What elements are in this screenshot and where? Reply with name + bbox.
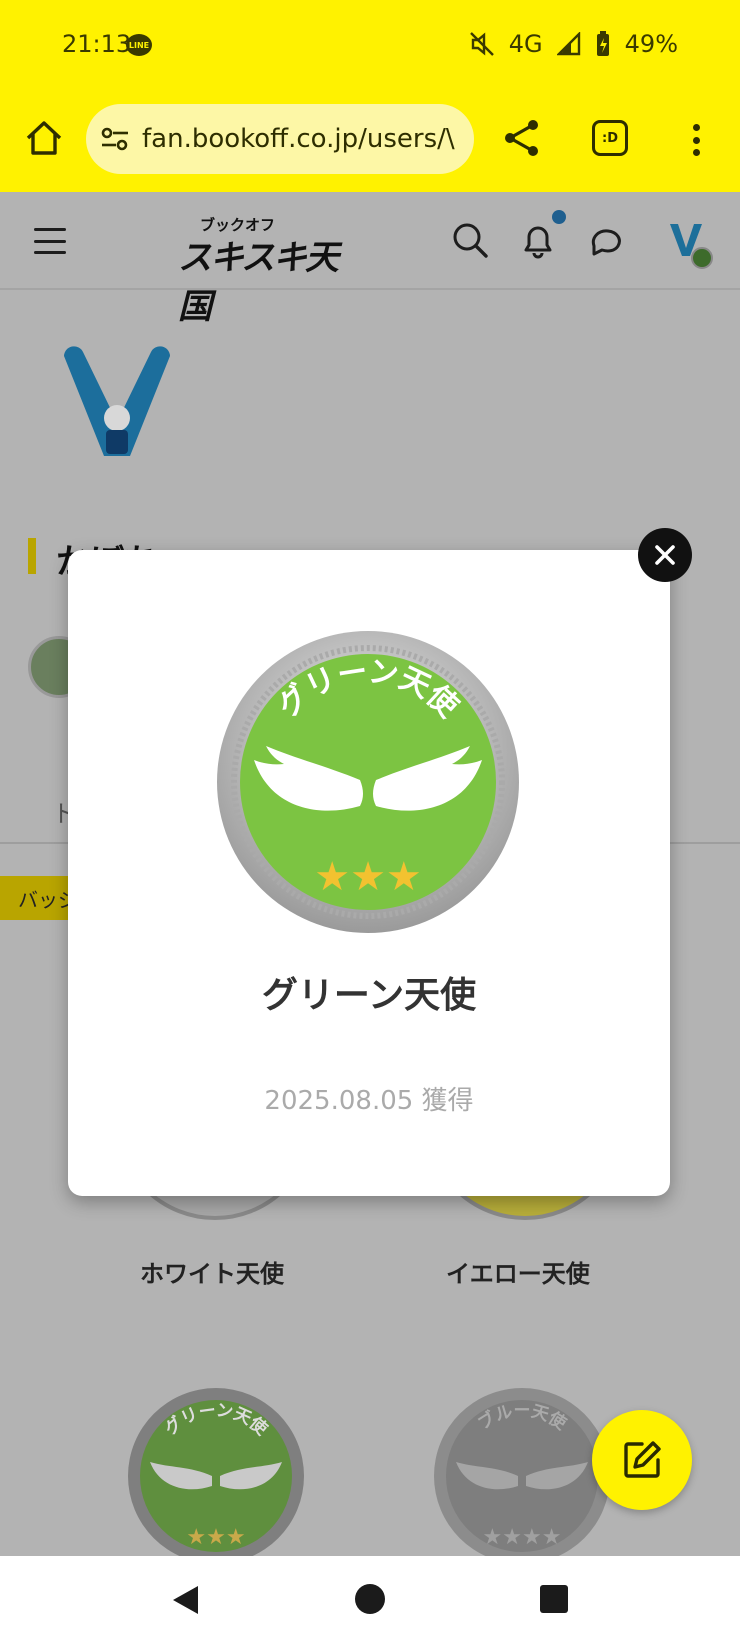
network-type: 4G <box>508 30 543 58</box>
user-avatar-icon[interactable] <box>666 220 714 270</box>
badge-label-yellow: イエロー天使 <box>446 1260 590 1288</box>
home-nav-icon[interactable] <box>355 1584 385 1614</box>
status-indicators: 4G 49% <box>469 30 678 58</box>
status-time: 21:13 <box>62 30 132 58</box>
svg-text:★★★: ★★★ <box>314 854 422 900</box>
site-settings-icon[interactable] <box>100 126 130 152</box>
browser-toolbar: fan.bookoff.co.jp/users/\ :D <box>0 92 740 192</box>
browser-menu-icon[interactable] <box>686 118 706 162</box>
signal-icon <box>556 32 580 56</box>
hamburger-menu-icon[interactable] <box>34 228 66 254</box>
recents-icon[interactable] <box>540 1585 568 1613</box>
svg-text:★★★★: ★★★★ <box>483 1525 562 1550</box>
back-icon[interactable] <box>170 1584 200 1616</box>
notification-bell-icon[interactable] <box>518 220 558 260</box>
system-navigation-bar <box>0 1556 740 1644</box>
status-bar: 21:13 LINE 4G 49% <box>0 0 740 92</box>
site-logo[interactable]: ブックオフ スキスキ天国 <box>178 214 339 327</box>
share-icon[interactable] <box>500 116 544 160</box>
svg-text:★★★: ★★★ <box>186 1525 245 1550</box>
compose-button[interactable] <box>592 1410 692 1510</box>
url-bar[interactable]: fan.bookoff.co.jp/users/\ <box>86 104 474 174</box>
tab-switcher-button[interactable]: :D <box>592 120 628 156</box>
site-logo-main: スキスキ天国 <box>178 238 339 327</box>
profile-avatar <box>64 346 170 456</box>
battery-icon <box>596 31 609 56</box>
close-icon <box>655 545 675 565</box>
modal-earned-date: 2025.08.05 獲得 <box>264 1086 474 1116</box>
mute-vibrate-icon <box>469 32 494 56</box>
green-angel-badge-large: グリーン天使 ★★★ <box>217 631 519 933</box>
modal-badge-name: グリーン天使 <box>261 975 477 1016</box>
blue-angel-badge[interactable]: ブルー天使 ★★★★ <box>432 1386 612 1566</box>
notification-dot <box>552 210 566 224</box>
edit-icon <box>624 1441 661 1478</box>
badge-label-white: ホワイト天使 <box>140 1260 284 1288</box>
home-icon[interactable] <box>22 116 66 160</box>
badge-detail-modal: グリーン天使 ★★★ グリーン天使 2025.08.05 獲得 <box>68 550 670 1196</box>
name-accent-bar <box>28 538 36 574</box>
site-header: ブックオフ スキスキ天国 <box>0 192 740 327</box>
line-notification-icon: LINE <box>126 34 152 56</box>
battery-percent: 49% <box>624 30 678 58</box>
close-modal-button[interactable] <box>638 528 692 582</box>
chat-icon[interactable] <box>588 220 628 260</box>
url-text: fan.bookoff.co.jp/users/\ <box>142 124 455 154</box>
search-icon[interactable] <box>450 220 490 260</box>
green-angel-badge[interactable]: グリーン天使 ★★★ <box>126 1386 306 1566</box>
